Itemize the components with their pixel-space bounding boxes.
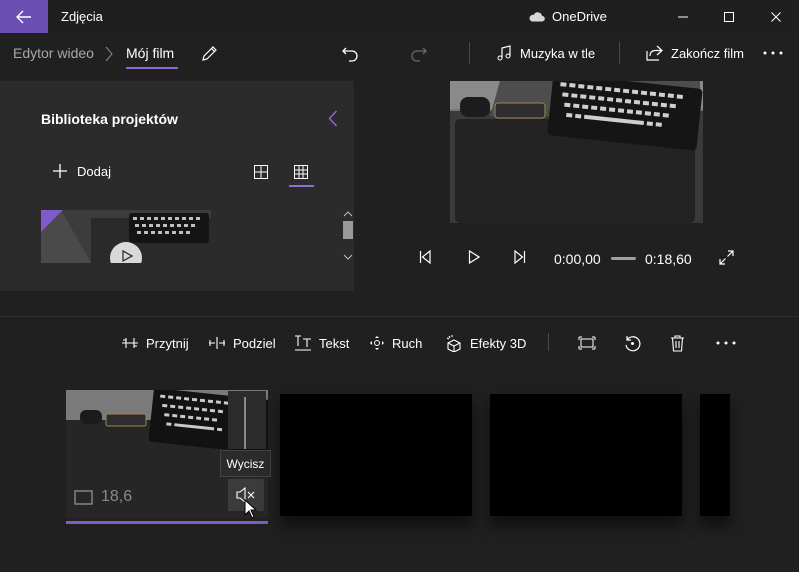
library-title: Biblioteka projektów bbox=[41, 111, 178, 127]
clip-duration-label: 18,6 bbox=[101, 488, 133, 505]
undo-icon bbox=[342, 47, 358, 62]
more-icon bbox=[763, 51, 783, 55]
mute-tooltip-label: Wycisz bbox=[226, 456, 265, 471]
background-music-label: Muzyka w tle bbox=[520, 45, 596, 61]
expand-icon[interactable] bbox=[719, 250, 734, 265]
storyboard-empty-slot[interactable] bbox=[280, 394, 472, 516]
back-button[interactable] bbox=[0, 0, 48, 33]
breadcrumb-my-film[interactable]: Mój film bbox=[126, 45, 174, 61]
undo-button[interactable] bbox=[341, 42, 359, 64]
text-icon bbox=[295, 335, 311, 351]
volume-slider[interactable] bbox=[228, 391, 266, 449]
storyboard-empty-slot[interactable] bbox=[490, 394, 682, 516]
rotate-button[interactable] bbox=[624, 333, 641, 353]
mute-tooltip: Wycisz bbox=[220, 450, 271, 477]
text-label: Tekst bbox=[319, 335, 350, 351]
section-divider bbox=[0, 316, 799, 317]
current-time: 0:00,00 bbox=[554, 250, 601, 268]
onedrive-status[interactable]: OneDrive bbox=[528, 9, 607, 24]
motion-button[interactable]: Ruch bbox=[369, 333, 422, 353]
clip-duration: 18,6 bbox=[74, 488, 132, 506]
toolbar-separator bbox=[548, 333, 549, 351]
share-export-icon bbox=[646, 45, 663, 61]
cloud-icon bbox=[529, 12, 545, 22]
maximize-button[interactable] bbox=[706, 0, 752, 33]
mouse-cursor-icon bbox=[244, 499, 258, 519]
total-time: 0:18,60 bbox=[645, 250, 692, 268]
library-video-thumbnail[interactable] bbox=[41, 210, 211, 263]
app-title: Zdjęcia bbox=[61, 9, 103, 24]
pencil-icon bbox=[202, 45, 217, 61]
split-icon bbox=[209, 337, 225, 349]
small-grid-icon[interactable] bbox=[294, 165, 308, 179]
view-selected-indicator bbox=[289, 185, 314, 187]
rotate-icon bbox=[625, 335, 641, 351]
delete-button[interactable] bbox=[670, 333, 685, 353]
split-label: Podziel bbox=[233, 335, 276, 351]
rename-button[interactable] bbox=[201, 42, 218, 64]
previous-frame-icon[interactable] bbox=[419, 250, 431, 264]
seek-bar[interactable] bbox=[611, 257, 636, 260]
breadcrumb-chevron-icon bbox=[105, 46, 113, 62]
current-time-label: 0:00,00 bbox=[554, 251, 601, 267]
clip-duration-icon bbox=[74, 489, 93, 505]
effects-3d-icon bbox=[446, 334, 461, 352]
effects-3d-button[interactable]: Efekty 3D bbox=[446, 333, 526, 353]
close-button[interactable] bbox=[753, 0, 799, 33]
redo-icon bbox=[411, 47, 427, 62]
storyboard-empty-slot[interactable] bbox=[700, 394, 730, 516]
delete-icon bbox=[671, 334, 684, 352]
command-separator bbox=[619, 42, 620, 64]
redo-button[interactable] bbox=[410, 42, 428, 64]
more-options-button[interactable] bbox=[763, 42, 783, 64]
music-note-icon bbox=[497, 44, 511, 60]
play-icon bbox=[122, 250, 133, 262]
resize-icon bbox=[578, 336, 596, 350]
background-music-button[interactable]: Muzyka w tle bbox=[496, 42, 595, 64]
next-frame-icon[interactable] bbox=[514, 250, 526, 264]
command-separator bbox=[469, 42, 470, 64]
onedrive-label: OneDrive bbox=[552, 9, 607, 24]
video-preview[interactable] bbox=[450, 81, 703, 223]
maximize-icon bbox=[724, 11, 734, 22]
breadcrumb-active-indicator bbox=[126, 67, 178, 69]
volume-track bbox=[244, 397, 246, 449]
total-time-label: 0:18,60 bbox=[645, 251, 692, 267]
clip-selection-indicator bbox=[66, 521, 268, 524]
breadcrumb-video-editor[interactable]: Edytor wideo bbox=[13, 45, 94, 61]
large-grid-icon[interactable] bbox=[254, 165, 268, 179]
collapse-chevron-icon[interactable] bbox=[328, 110, 338, 127]
motion-label: Ruch bbox=[392, 335, 423, 351]
back-arrow-icon bbox=[16, 10, 31, 23]
split-button[interactable]: Podziel bbox=[208, 333, 276, 353]
preview-frame-image bbox=[450, 81, 703, 223]
more-icon bbox=[716, 341, 736, 345]
motion-icon bbox=[370, 336, 384, 350]
minimize-icon bbox=[678, 16, 688, 17]
resize-button[interactable] bbox=[578, 333, 596, 353]
library-scrollbar[interactable] bbox=[341, 209, 355, 263]
trim-label: Przytnij bbox=[146, 335, 189, 351]
play-icon[interactable] bbox=[468, 250, 480, 264]
add-media-label: Dodaj bbox=[77, 163, 111, 179]
minimize-button[interactable] bbox=[660, 0, 706, 33]
effects-3d-label: Efekty 3D bbox=[470, 335, 527, 351]
text-button[interactable]: Tekst bbox=[294, 333, 349, 353]
toolbar-more-button[interactable] bbox=[716, 333, 736, 353]
plus-icon bbox=[53, 164, 67, 178]
trim-button[interactable]: Przytnij bbox=[121, 333, 189, 353]
finish-video-button[interactable]: Zakończ film bbox=[646, 42, 744, 64]
finish-video-label: Zakończ film bbox=[671, 45, 744, 61]
close-icon bbox=[771, 11, 781, 22]
add-media-button[interactable]: Dodaj bbox=[52, 163, 111, 179]
trim-icon bbox=[122, 338, 138, 348]
